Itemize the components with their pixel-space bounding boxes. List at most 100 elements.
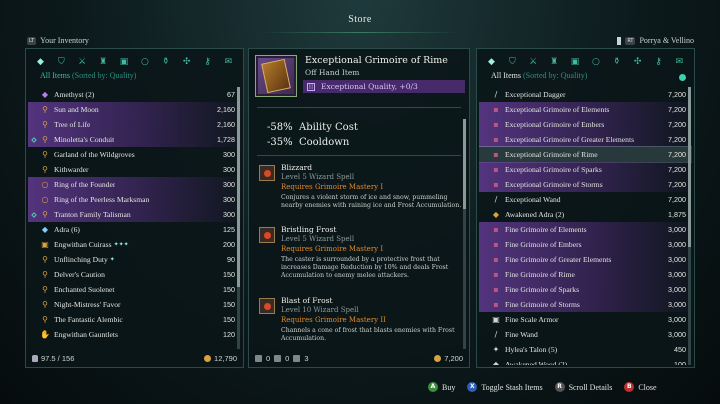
item-name: Engwithan Cuirass — [54, 240, 112, 249]
list-item[interactable]: / Fine Wand 3,000 — [479, 327, 692, 342]
stat-value: -35% — [267, 137, 293, 148]
list-item[interactable]: ⚲ Kithwarder 300 — [28, 162, 241, 177]
list-item[interactable]: ✦ Hylea's Talon (5) 450 — [479, 342, 692, 357]
item-value: 150 — [223, 300, 235, 309]
item-icon: ⚲ — [42, 299, 48, 309]
list-item[interactable]: ⚲ Unflinching Duty ✦ 90 — [28, 252, 241, 267]
item-value: 120 — [223, 330, 235, 339]
list-item[interactable]: ○ Ring of the Founder 300 — [28, 177, 241, 192]
list-item[interactable]: ▪ Exceptional Grimoire of Storms 7,200 — [479, 177, 692, 192]
tab-shield-icon[interactable]: ⛉ — [507, 57, 518, 68]
tab-misc-icon[interactable]: ✣ — [181, 57, 192, 68]
list-item[interactable]: ⚲ Garland of the Wildgroves 300 — [28, 147, 241, 162]
list-item[interactable]: ▪ Exceptional Grimoire of Sparks 7,200 — [479, 162, 692, 177]
list-item[interactable]: ⚲ Tranton Family Talisman 300 — [28, 207, 241, 222]
list-item[interactable]: ○ Ring of the Peerless Marksman 300 — [28, 192, 241, 207]
tab-sword-icon[interactable]: ⚔ — [528, 57, 539, 68]
item-name: Exceptional Grimoire of Rime — [505, 150, 598, 159]
title-divider — [260, 32, 460, 33]
list-item[interactable]: ▪ Fine Grimoire of Elements 3,000 — [479, 222, 692, 237]
tab-shield-icon[interactable]: ⛉ — [56, 57, 67, 68]
stat-ability-cost: -58% Ability Cost — [267, 122, 358, 133]
divider — [257, 107, 461, 108]
item-icon: ⚲ — [42, 134, 48, 144]
list-item[interactable]: ◆ Awakened Adra (2) 1,875 — [479, 207, 692, 222]
list-item[interactable]: ⚲ Tree of Life 2,160 — [28, 117, 241, 132]
item-icon: ◆ — [41, 224, 49, 234]
tab-armor-icon[interactable]: ▣ — [119, 57, 130, 68]
details-scrollbar[interactable] — [463, 119, 466, 349]
quality-icon: ||| — [307, 82, 315, 91]
tab-scroll-icon[interactable]: ✉ — [674, 57, 685, 68]
tab-ring-icon[interactable]: ○ — [590, 57, 601, 68]
list-item[interactable]: ▪ Fine Grimoire of Sparks 3,000 — [479, 282, 692, 297]
button-label: Scroll Details — [568, 382, 613, 392]
list-item[interactable]: ▪ Exceptional Grimoire of Rime 7,200 — [479, 146, 692, 163]
buy-button[interactable]: A Buy — [428, 382, 455, 392]
tab-armor-icon[interactable]: ▣ — [570, 57, 581, 68]
list-item[interactable]: ▪ Fine Grimoire of Rime 3,000 — [479, 267, 692, 282]
list-item[interactable]: / Exceptional Wand 7,200 — [479, 192, 692, 207]
list-item[interactable]: ✋ Engwithan Gauntlets 120 — [28, 327, 241, 342]
list-item[interactable]: ⚲ The Fantastic Alembic 150 — [28, 312, 241, 327]
list-item[interactable]: ⚲ Sun and Moon 2,160 — [28, 102, 241, 117]
list-item[interactable]: ⚲ Enchanted Suolenet 150 — [28, 282, 241, 297]
item-icon: ✦ — [492, 344, 500, 354]
close-button[interactable]: B Close — [624, 382, 657, 392]
spell-requirement: Requires Grimoire Mastery I — [281, 183, 384, 191]
list-item[interactable]: ◆ Adra (6) 125 — [28, 222, 241, 237]
item-name: Delver's Caution — [54, 270, 105, 279]
vendor-scrollbar[interactable] — [688, 87, 691, 365]
item-value: 1,728 — [217, 135, 235, 144]
list-item[interactable]: ◆ Amethyst (2) 67 — [28, 87, 241, 102]
tab-scroll-icon[interactable]: ✉ — [223, 57, 234, 68]
item-quality: Exceptional Quality, +0/3 — [321, 82, 418, 91]
tab-key-icon[interactable]: ⚷ — [202, 57, 213, 68]
tab-potion-icon[interactable]: ⚱ — [160, 57, 171, 68]
item-type: Off Hand Item — [305, 68, 360, 77]
list-item[interactable]: ▪ Fine Grimoire of Embers 3,000 — [479, 237, 692, 252]
tab-ring-icon[interactable]: ○ — [139, 57, 150, 68]
tab-helmet-icon[interactable]: ♜ — [549, 57, 560, 68]
list-item[interactable]: ▣ Fine Scale Armor 3,000 — [479, 312, 692, 327]
item-icon: ⚲ — [42, 284, 48, 294]
list-item[interactable]: ▣ Engwithan Cuirass ✦✦✦ 200 — [28, 237, 241, 252]
list-item[interactable]: ▪ Exceptional Grimoire of Greater Element… — [479, 132, 692, 147]
vendor-sort-label[interactable]: All Items (Sorted by: Quality) — [491, 71, 686, 83]
item-name: Exceptional Grimoire of Greater Elements — [505, 135, 635, 144]
inventory-tab-hint[interactable]: LT Your Inventory — [27, 36, 89, 45]
tab-gem-icon[interactable]: ◆ — [486, 57, 497, 68]
vendor-tab-hint[interactable]: RT Porrya & Vellino — [617, 36, 694, 45]
list-item[interactable]: ◆ Awakened Wood (2) 100 — [479, 357, 692, 366]
equipped-marker — [31, 211, 37, 218]
sort-mode: (Sorted by: Quality) — [72, 71, 137, 80]
item-icon: ○ — [41, 179, 49, 189]
tab-potion-icon[interactable]: ⚱ — [611, 57, 622, 68]
list-item[interactable]: / Exceptional Dagger 7,200 — [479, 87, 692, 102]
list-item[interactable]: ▪ Fine Grimoire of Storms 3,000 — [479, 297, 692, 312]
tab-key-icon[interactable]: ⚷ — [653, 57, 664, 68]
item-icon: ▪ — [493, 149, 499, 159]
item-quality-bar: ||| Exceptional Quality, +0/3 — [303, 80, 465, 93]
item-icon: ⚲ — [42, 104, 48, 114]
item-name: Fine Grimoire of Embers — [505, 240, 582, 249]
list-item[interactable]: ⚲ Night-Mistress' Favor 150 — [28, 297, 241, 312]
inventory-footer: 97.5 / 156 12,790 — [32, 352, 237, 364]
scroll-details-button[interactable]: R Scroll Details — [554, 382, 613, 392]
toggle-stash-items-button[interactable]: X Toggle Stash Items — [467, 382, 543, 392]
item-value: 300 — [223, 150, 235, 159]
list-item[interactable]: ▪ Exceptional Grimoire of Elements 7,200 — [479, 102, 692, 117]
inventory-sort-label[interactable]: All Items (Sorted by: Quality) — [40, 71, 235, 83]
item-icon: ⚲ — [42, 269, 48, 279]
inventory-scrollbar[interactable] — [237, 87, 240, 349]
list-item[interactable]: ⚲ Minoletta's Conduit 1,728 — [28, 132, 241, 147]
list-item[interactable]: ▪ Fine Grimoire of Greater Elements 3,000 — [479, 252, 692, 267]
divider — [257, 155, 461, 156]
tab-misc-icon[interactable]: ✣ — [632, 57, 643, 68]
list-item[interactable]: ⚲ Delver's Caution 150 — [28, 267, 241, 282]
list-item[interactable]: ▪ Exceptional Grimoire of Embers 7,200 — [479, 117, 692, 132]
tab-helmet-icon[interactable]: ♜ — [98, 57, 109, 68]
tab-sword-icon[interactable]: ⚔ — [77, 57, 88, 68]
tab-gem-icon[interactable]: ◆ — [35, 57, 46, 68]
rt-button-icon: RT — [625, 36, 636, 45]
